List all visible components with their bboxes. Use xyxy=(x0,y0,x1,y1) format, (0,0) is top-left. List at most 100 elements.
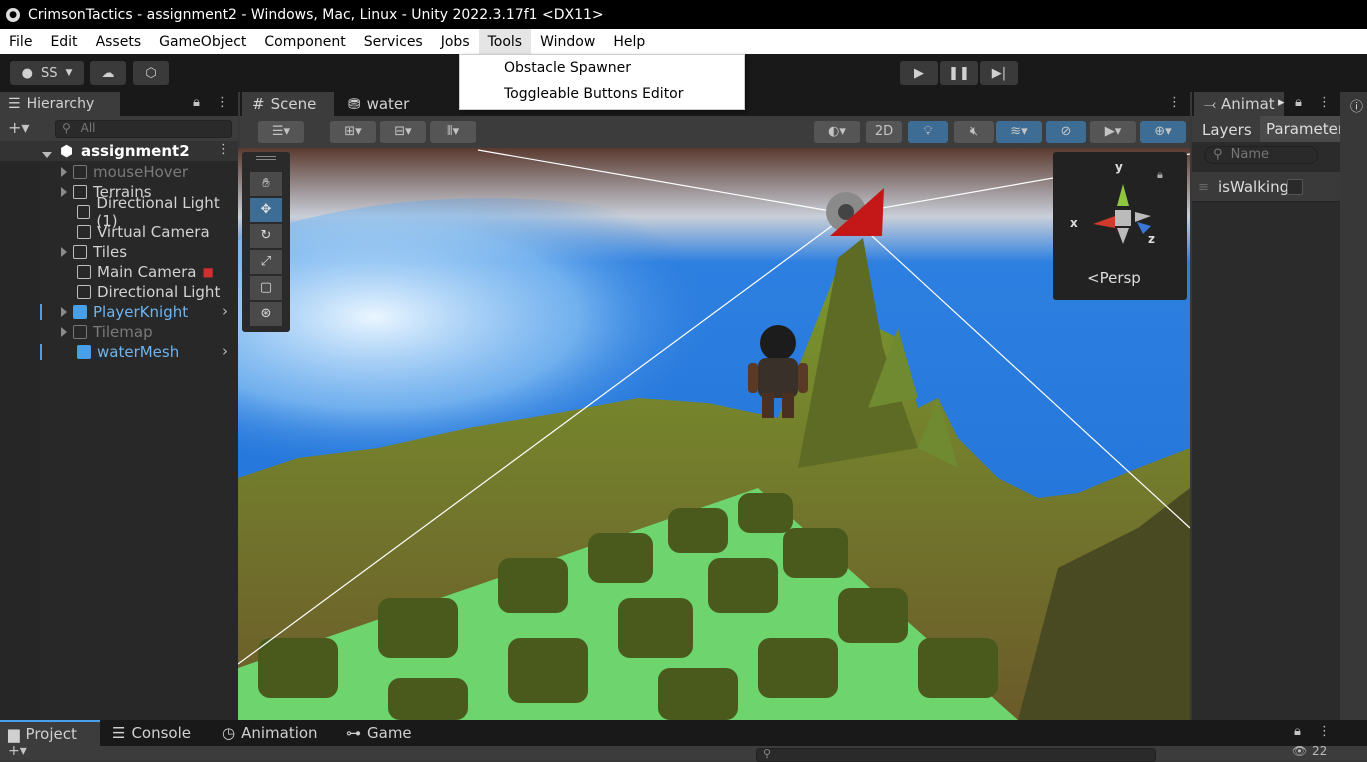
video-camera-icon: ▶▾ xyxy=(1104,124,1122,139)
expand-arrow-icon[interactable] xyxy=(61,307,67,317)
projection-toggle[interactable]: <Persp xyxy=(1087,269,1141,287)
hierarchy-toolbar: +▾ ⚲ All xyxy=(0,116,238,141)
play-button[interactable]: ▶ xyxy=(900,61,938,85)
rotate-tool-button[interactable]: ↻ xyxy=(250,224,282,248)
info-icon[interactable]: ⓘ xyxy=(1350,96,1363,115)
tab-parameters[interactable]: Parameter xyxy=(1260,116,1340,142)
tab-layers[interactable]: Layers xyxy=(1202,121,1252,139)
chevron-right-icon[interactable]: › xyxy=(222,342,228,360)
chevron-right-icon[interactable]: ▸ xyxy=(1278,95,1285,110)
cloud-button[interactable]: ☁ xyxy=(90,61,126,85)
tree-item-playerknight[interactable]: PlayerKnight › xyxy=(0,302,238,322)
increment-snapping-button[interactable]: ⊟▾ xyxy=(380,121,426,143)
kebab-menu-icon[interactable]: ⋮ xyxy=(216,95,229,110)
ruler-button[interactable]: ⦀▾ xyxy=(430,121,476,143)
menu-file[interactable]: File xyxy=(0,29,41,54)
tab-animator[interactable]: ⤙ Animat xyxy=(1194,92,1284,116)
rect-tool-button[interactable]: ▢ xyxy=(250,276,282,300)
scene-visibility-toggle[interactable]: ⊘ xyxy=(1046,121,1086,143)
prefab-icon xyxy=(73,305,87,319)
tree-item-watermesh[interactable]: waterMesh › xyxy=(0,342,238,362)
expand-arrow-icon[interactable] xyxy=(61,187,67,197)
menu-gameobject[interactable]: GameObject xyxy=(150,29,255,54)
collab-button[interactable]: ⬡ xyxy=(133,61,169,85)
menu-help[interactable]: Help xyxy=(604,29,654,54)
scale-tool-button[interactable]: ⤢ xyxy=(250,250,282,274)
transform-tool-button[interactable]: ⊛ xyxy=(250,302,282,326)
scene-header-row[interactable]: ⬢ assignment2 ⋮ xyxy=(0,141,238,161)
chevron-right-icon[interactable]: › xyxy=(222,302,228,320)
lock-icon[interactable]: 🔒︎ xyxy=(193,95,200,110)
parameter-bool-checkbox[interactable] xyxy=(1287,179,1303,195)
tab-animation[interactable]: ◷ Animation xyxy=(222,720,318,746)
hidden-packages-icon[interactable]: 👁︎ xyxy=(1292,744,1307,758)
hierarchy-search-input[interactable]: ⚲ All xyxy=(55,120,232,138)
menu-component[interactable]: Component xyxy=(255,29,354,54)
gameobject-icon xyxy=(73,185,87,199)
tool-settings-button[interactable]: ☰▾ xyxy=(258,121,304,143)
draw-mode-button[interactable]: ◐▾ xyxy=(814,121,860,143)
menu-assets[interactable]: Assets xyxy=(87,29,151,54)
grid-snapping-button[interactable]: ⊞▾ xyxy=(330,121,376,143)
tab-scene[interactable]: # Scene xyxy=(242,92,334,116)
lock-icon[interactable]: 🔒︎ xyxy=(1295,95,1302,110)
drag-handle-icon[interactable]: ≡ xyxy=(1198,180,1209,195)
kebab-menu-icon[interactable]: ⋮ xyxy=(1318,724,1331,739)
step-button[interactable]: ▶| xyxy=(980,61,1018,85)
pause-button[interactable]: ❚❚ xyxy=(940,61,978,85)
tree-item-directional-light-1[interactable]: Directional Light (1) xyxy=(0,194,238,230)
hand-tool-button[interactable]: ✋︎ xyxy=(250,172,282,196)
effects-toggle[interactable]: ≋▾ xyxy=(996,121,1042,143)
toggle-2d-button[interactable]: 2D xyxy=(866,121,902,143)
lighting-toggle[interactable]: 💡︎ xyxy=(908,121,948,143)
kebab-menu-icon[interactable]: ⋮ xyxy=(1168,95,1181,110)
gizmos-button[interactable]: ⊕▾ xyxy=(1140,121,1186,143)
bottom-panel: ▆ Project ☰ Console ◷ Animation ⊶ Game 🔒︎ ⋮ … xyxy=(0,720,1367,762)
orientation-gizmo[interactable]: 🔒︎ y x z <Persp xyxy=(1053,152,1187,300)
menu-window[interactable]: Window xyxy=(531,29,604,54)
expand-arrow-icon[interactable] xyxy=(61,327,67,337)
axis-y-label: y xyxy=(1115,160,1123,174)
expand-arrow-icon[interactable] xyxy=(61,167,67,177)
menu-services[interactable]: Services xyxy=(355,29,432,54)
scene-camera-button[interactable]: ▶▾ xyxy=(1090,121,1136,143)
scene-viewport[interactable]: ✋︎ ✥ ↻ ⤢ ▢ ⊛ 🔒︎ y x z <Persp xyxy=(238,148,1190,720)
grid-icon: # xyxy=(252,95,265,113)
tree-item-tilemap[interactable]: Tilemap xyxy=(0,322,238,342)
expand-arrow-icon[interactable] xyxy=(42,147,58,162)
menu-tools[interactable]: Tools xyxy=(478,29,532,54)
tab-console[interactable]: ☰ Console xyxy=(112,720,191,746)
menu-jobs[interactable]: Jobs xyxy=(432,29,479,54)
lock-icon[interactable]: 🔒︎ xyxy=(1294,724,1301,739)
kebab-menu-icon[interactable]: ⋮ xyxy=(217,142,230,157)
gameobject-icon xyxy=(73,245,87,259)
grid-snap-icon: ⊞▾ xyxy=(344,124,362,139)
audio-toggle[interactable]: 🔇︎ xyxy=(954,121,994,143)
parameter-row[interactable]: ≡ isWalking xyxy=(1192,172,1340,202)
gameobject-icon xyxy=(77,205,91,219)
tab-water[interactable]: ⛃ water xyxy=(340,92,430,116)
menu-item-obstacle-spawner[interactable]: Obstacle Spawner xyxy=(460,55,744,81)
projection-label: Persp xyxy=(1099,269,1141,287)
kebab-menu-icon[interactable]: ⋮ xyxy=(1318,95,1331,110)
parameter-search-input[interactable]: ⚲ Name xyxy=(1204,146,1318,164)
account-button[interactable]: ● SS ▼ xyxy=(10,61,84,85)
tree-item-tiles[interactable]: Tiles xyxy=(0,242,238,262)
tree-item-mousehover[interactable]: mouseHover xyxy=(0,162,238,182)
scene-tools-overlay: ✋︎ ✥ ↻ ⤢ ▢ ⊛ xyxy=(242,152,290,332)
menu-item-toggleable-buttons-editor[interactable]: Toggleable Buttons Editor xyxy=(460,81,744,107)
folder-icon: ▆ xyxy=(8,725,20,743)
move-tool-button[interactable]: ✥ xyxy=(250,198,282,222)
add-icon[interactable]: +▾ xyxy=(8,118,29,137)
expand-arrow-icon[interactable] xyxy=(61,247,67,257)
tree-item-directional-light[interactable]: Directional Light xyxy=(0,282,238,302)
menu-edit[interactable]: Edit xyxy=(41,29,86,54)
tab-hierarchy-label: Hierarchy xyxy=(26,96,95,112)
tab-game[interactable]: ⊶ Game xyxy=(346,720,412,746)
hierarchy-search-placeholder: All xyxy=(80,121,96,135)
tree-item-main-camera[interactable]: Main Camera ■ xyxy=(0,262,238,282)
add-icon[interactable]: +▾ xyxy=(8,743,27,759)
tree-item-virtual-camera[interactable]: Virtual Camera xyxy=(0,222,238,242)
drag-handle[interactable] xyxy=(256,156,276,160)
tab-hierarchy[interactable]: ☰ Hierarchy xyxy=(0,92,120,116)
